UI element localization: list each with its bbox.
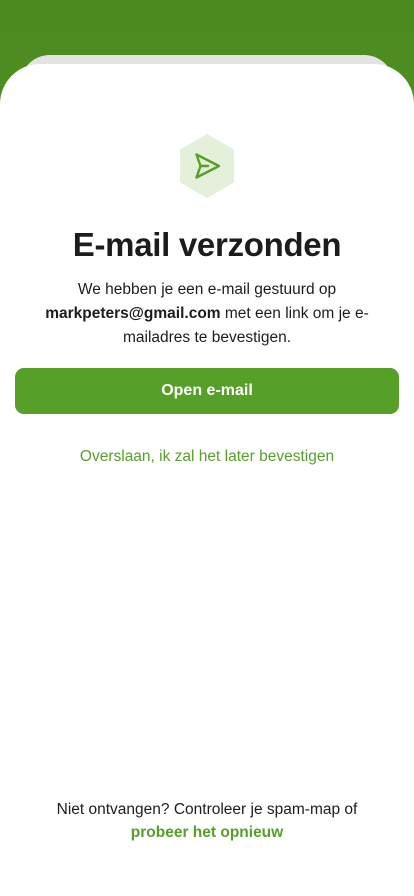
page-title: E-mail verzonden — [72, 226, 342, 263]
open-email-button[interactable]: Open e-mail — [15, 368, 399, 414]
message-text-before: We hebben je een e-mail gestuurd op — [77, 281, 337, 298]
send-icon — [177, 132, 237, 200]
resend-prompt: Niet ontvangen? Controleer je spam-map o… — [56, 801, 358, 818]
skip-verification-link[interactable]: Overslaan, ik zal het later bevestigen — [0, 448, 414, 466]
email-address: markpeters@gmail.com — [45, 305, 221, 322]
retry-link[interactable]: probeer het opnieuw — [0, 821, 414, 844]
confirmation-message: We hebben je een e-mail gestuurd op mark… — [30, 278, 384, 350]
resend-footer: Niet ontvangen? Controleer je spam-map o… — [0, 798, 414, 844]
email-sent-sheet: E-mail verzonden We hebben je een e-mail… — [0, 64, 414, 896]
